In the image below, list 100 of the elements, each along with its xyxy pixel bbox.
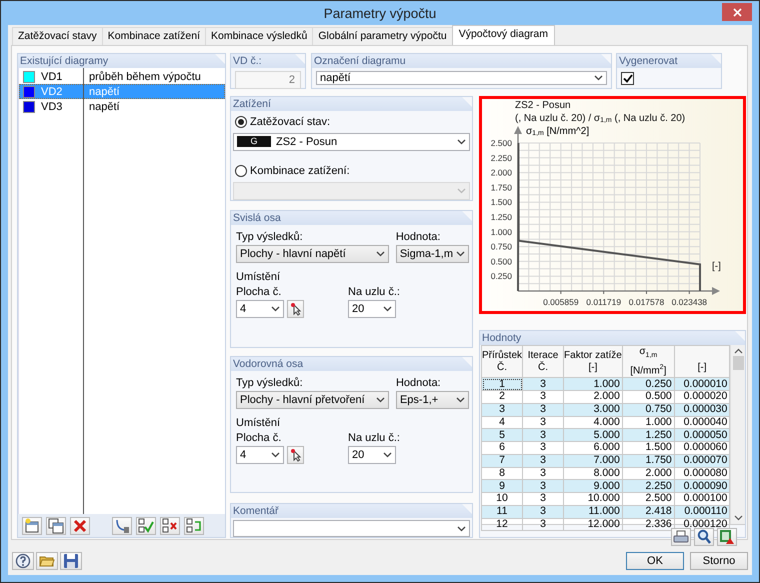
value-dropdown[interactable]: Eps-1,+ [396, 391, 469, 409]
table-cell: 0.000030 [674, 403, 730, 416]
toolbar-button[interactable] [717, 528, 737, 546]
field-label: Hodnota: [396, 231, 442, 243]
tick-label: 0.500 [490, 256, 512, 266]
chevron-down-icon [457, 526, 466, 532]
chart-title: (, Na uzlu č. 20) / σ$_{1,m}$ (, Na uzlu č. 20) [514, 112, 686, 126]
column-header: Přírůstek Č. [482, 346, 523, 378]
table-cell: 2.250 [622, 480, 674, 493]
table-cell: 0.000020 [674, 390, 730, 404]
scrollbar-thumb[interactable] [732, 356, 744, 370]
scrollbar[interactable] [730, 345, 745, 524]
table-cell: 3 [522, 505, 564, 518]
group-title: Vodorovná osa [233, 358, 304, 370]
surface-dropdown[interactable]: 4 [236, 446, 284, 464]
table-cell: 3 [522, 480, 564, 493]
copy-icon [48, 518, 64, 534]
section-label: Umístění [236, 417, 282, 429]
node-dropdown[interactable]: 20 [348, 300, 396, 318]
chevron-down-icon [271, 452, 280, 458]
delete-icon [72, 518, 88, 534]
table-cell: 0.000050 [674, 428, 730, 442]
group-title: Existující diagramy [20, 55, 108, 67]
toolbar-button[interactable] [112, 516, 132, 534]
toolbar-button[interactable] [136, 516, 156, 534]
surface-dropdown[interactable]: 4 [236, 300, 284, 318]
table-cell: 2.418 [622, 505, 674, 518]
table-cell: 10 [482, 492, 523, 506]
table-cell: 10.000 [564, 492, 622, 506]
tab[interactable]: Výpočtový diagram [452, 25, 556, 45]
axis-label: σ$_{1,m}$ [N/mm^2] [526, 126, 590, 137]
table-cell: 5.000 [564, 428, 622, 442]
toolbar-button[interactable] [160, 516, 180, 534]
table-cell: 11.000 [564, 505, 622, 518]
value-dropdown[interactable]: Sigma-1,m [396, 245, 469, 263]
table-cell: 2.500 [622, 492, 674, 506]
dialog-button[interactable]: Storno [690, 552, 748, 570]
close-icon [732, 8, 742, 16]
field-label: Na uzlu č.: [348, 432, 400, 444]
table-cell: 3 [522, 428, 564, 442]
node-dropdown[interactable]: 20 [348, 446, 396, 464]
axis-label: [-] [712, 261, 721, 272]
table-cell: 3 [522, 378, 564, 391]
chevron-down-icon[interactable] [734, 515, 743, 521]
table-cell: 0.000010 [674, 378, 730, 391]
help-icon [15, 553, 31, 569]
field-label: Typ výsledků: [236, 231, 304, 243]
radio-button[interactable] [235, 116, 247, 128]
toolbar-button[interactable] [22, 516, 42, 534]
tick-label: 1.000 [490, 226, 512, 237]
pick-button[interactable] [287, 446, 304, 464]
table-cell: 0.250 [622, 378, 674, 391]
pointer-icon [288, 448, 302, 462]
pointer-icon [288, 302, 302, 316]
toolbar-button[interactable] [12, 552, 34, 570]
diagram-row[interactable]: VD3 napětí [19, 99, 225, 114]
field-label: Plocha č. [236, 432, 282, 444]
spreadsheet-export-icon [719, 529, 735, 545]
check-all-icon [138, 518, 154, 534]
table-cell: 9.000 [564, 480, 622, 493]
toolbar-button[interactable] [671, 528, 691, 546]
chevron-down-icon [271, 306, 280, 312]
field-label: Plocha č. [236, 286, 282, 298]
chevron-down-icon [376, 397, 385, 403]
table-cell: 3 [522, 390, 564, 404]
diagram-code: VD2 [41, 86, 64, 98]
pick-button[interactable] [287, 300, 304, 318]
tick-label: 0.750 [490, 242, 512, 252]
toolbar-button[interactable] [184, 516, 204, 534]
group-title: Označení diagramu [314, 55, 406, 67]
checkbox[interactable] [621, 72, 634, 85]
window-title: Parametry výpočtu [324, 6, 436, 20]
result-type-dropdown[interactable]: Plochy - hlavní přetvoření [236, 391, 389, 409]
diagram-name-dropdown[interactable]: napětí [316, 71, 607, 85]
group-title: VD č.: [233, 55, 262, 67]
column-header: [-] [674, 346, 730, 378]
group-title: Hodnoty [482, 332, 522, 344]
table-cell: 1 [482, 378, 523, 391]
toolbar-button[interactable] [46, 516, 66, 534]
toolbar-button[interactable] [70, 516, 90, 534]
new-window-icon [24, 518, 40, 534]
diagram-name: napětí [88, 100, 120, 112]
table-cell: 3 [522, 403, 564, 416]
close-button[interactable] [722, 3, 752, 21]
diagram-name: průběh během výpočtu [88, 70, 201, 82]
diagram-row[interactable]: VD1 průběh během výpočtu [19, 69, 225, 84]
tab[interactable]: Zatěžovací stavy [12, 27, 103, 45]
chevron-down-icon [594, 75, 603, 81]
toolbar-button[interactable] [36, 552, 58, 570]
chevron-down-icon [383, 306, 392, 312]
toolbar-button[interactable] [694, 528, 714, 546]
dialog-button[interactable]: OK [626, 552, 684, 570]
load-case-dropdown[interactable]: G ZS2 - Posun [233, 132, 470, 151]
toolbar-button[interactable] [60, 552, 82, 570]
table-cell: 3 [522, 442, 564, 454]
table-cell: 0.000090 [674, 480, 730, 493]
chevron-up-icon[interactable] [734, 348, 743, 354]
table-cell: 1.000 [564, 378, 622, 391]
result-type-dropdown[interactable]: Plochy - hlavní napětí [236, 245, 389, 263]
table-cell: 0.000060 [674, 442, 730, 454]
